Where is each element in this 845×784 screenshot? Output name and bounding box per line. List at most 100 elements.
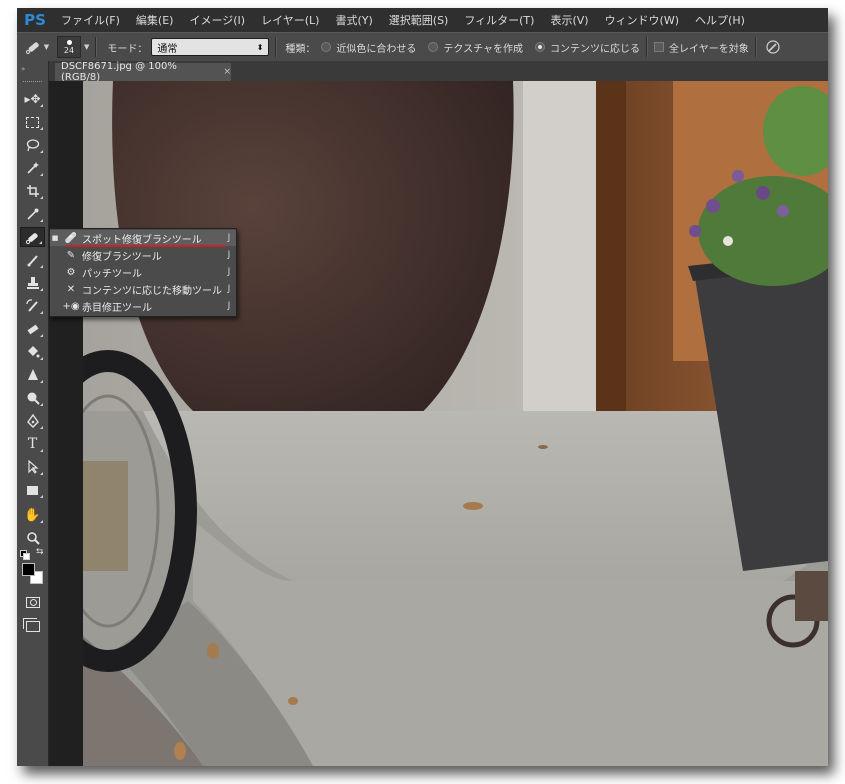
spot-healing-tool[interactable] — [20, 227, 45, 247]
path-selection-icon — [27, 460, 39, 474]
document-canvas[interactable] — [83, 81, 828, 766]
patch-icon: ⚙ — [66, 266, 76, 278]
panel-collapse-icon[interactable]: » — [21, 65, 25, 73]
flyout-item-healing-brush[interactable]: ✎ 修復ブラシツール J — [50, 247, 236, 263]
submenu-corner-icon — [40, 449, 43, 452]
submenu-corner-icon — [40, 495, 43, 498]
menu-edit[interactable]: 編集(E) — [128, 12, 182, 28]
submenu-corner-icon — [40, 403, 43, 406]
flyout-item-patch[interactable]: ⚙ パッチツール J — [50, 264, 236, 280]
divider — [95, 37, 98, 57]
quick-mask-button[interactable] — [20, 592, 45, 612]
flyout-item-label: 赤目修正ツール — [82, 302, 152, 314]
move-tool[interactable]: ▸✥ — [20, 89, 45, 109]
hand-tool[interactable]: ✋ — [20, 505, 45, 525]
menu-image[interactable]: イメージ(I) — [181, 12, 253, 28]
tool-preset-picker[interactable]: ▼ — [23, 37, 51, 57]
blur-tool[interactable] — [20, 365, 45, 385]
type-label: 種類： — [285, 43, 316, 55]
submenu-corner-icon — [40, 104, 43, 107]
history-brush-tool[interactable] — [20, 296, 45, 316]
submenu-corner-icon — [40, 150, 43, 153]
brush-tool[interactable] — [20, 250, 45, 270]
foreground-color-swatch[interactable] — [22, 563, 35, 576]
quick-mask-icon — [25, 596, 40, 608]
clone-stamp-tool[interactable] — [20, 273, 45, 293]
brush-icon — [27, 255, 38, 267]
menu-view[interactable]: 表示(V) — [542, 12, 596, 28]
red-eye-icon: +◉ — [62, 300, 80, 312]
checkbox[interactable] — [654, 42, 664, 52]
pressure-pen-icon — [766, 40, 780, 54]
divider — [275, 37, 278, 57]
crop-icon — [26, 185, 39, 197]
type-tool[interactable]: T — [20, 434, 45, 454]
screen-mode-button[interactable] — [20, 616, 45, 636]
lasso-tool[interactable] — [20, 135, 45, 155]
marquee-tool[interactable] — [20, 112, 45, 132]
spot-healing-brush-icon: 🩹 — [64, 232, 78, 244]
default-colors-icon[interactable] — [20, 550, 30, 560]
divider — [754, 37, 757, 57]
submenu-corner-icon — [40, 472, 43, 475]
radio-button-selected[interactable] — [535, 42, 545, 52]
menu-layer[interactable]: レイヤー(L) — [253, 12, 327, 28]
menu-file[interactable]: ファイル(F) — [53, 12, 128, 28]
submenu-corner-icon — [39, 241, 42, 244]
radio-create-texture[interactable]: テクスチャを作成 — [428, 40, 523, 55]
submenu-corner-icon — [40, 173, 43, 176]
crop-tool[interactable] — [20, 181, 45, 201]
menu-bar: PS ファイル(F) 編集(E) イメージ(I) レイヤー(L) 書式(Y) 選… — [17, 8, 828, 32]
document-tab[interactable]: DSCF8671.jpg @ 100% (RGB/8) × — [55, 61, 231, 83]
document-tab-title: DSCF8671.jpg @ 100% (RGB/8) — [61, 61, 177, 83]
menu-type[interactable]: 書式(Y) — [327, 12, 380, 28]
tools-panel: » ▸✥ T ✋ ⇆ — [17, 61, 49, 766]
chevron-down-icon: ▼ — [84, 43, 90, 51]
options-bar: ▼ 24 ▼ モード： 通常 ⬍ 種類： 近似色に合わせる テクスチャを作成 コ… — [17, 32, 828, 62]
sample-all-layers-checkbox[interactable]: 全レイヤーを対象 — [654, 40, 749, 55]
flyout-item-red-eye[interactable]: +◉ 赤目修正ツール J — [50, 298, 236, 314]
submenu-corner-icon — [40, 288, 43, 291]
menu-window[interactable]: ウィンドウ(W) — [597, 12, 687, 28]
quick-selection-tool[interactable] — [20, 158, 45, 178]
zoom-tool[interactable] — [20, 528, 45, 548]
rectangle-tool[interactable] — [20, 480, 45, 500]
dodge-tool[interactable] — [20, 388, 45, 408]
submenu-corner-icon — [40, 334, 43, 337]
submenu-corner-icon — [40, 196, 43, 199]
pressure-button[interactable] — [765, 39, 781, 55]
screen-mode-icon — [25, 620, 40, 632]
mode-label: モード： — [107, 43, 148, 55]
swap-colors-icon[interactable]: ⇆ — [36, 547, 44, 557]
blur-icon — [27, 369, 38, 380]
submenu-corner-icon — [40, 219, 43, 222]
eyedropper-tool[interactable] — [20, 204, 45, 224]
spot-healing-brush-icon — [25, 232, 38, 244]
selected-bullet-icon: ■ — [51, 234, 59, 242]
flyout-item-spot-healing[interactable]: ■ 🩹 スポット修復ブラシツール J — [50, 230, 236, 246]
radio-button[interactable] — [321, 42, 332, 52]
menu-help[interactable]: ヘルプ(H) — [687, 12, 753, 28]
clone-stamp-icon — [26, 277, 39, 289]
radio-content-aware[interactable]: コンテンツに応じる — [535, 40, 640, 55]
flyout-item-content-aware-move[interactable]: ✕ コンテンツに応じた移動ツール J — [50, 281, 236, 297]
submenu-corner-icon — [40, 426, 43, 429]
radio-button[interactable] — [428, 42, 439, 52]
panel-grip[interactable] — [23, 81, 42, 84]
mode-select[interactable]: 通常 ⬍ — [151, 38, 270, 56]
spot-healing-brush-icon — [25, 42, 39, 54]
path-selection-tool[interactable] — [20, 457, 45, 477]
radio-proximity-label: 近似色に合わせる — [336, 43, 417, 55]
close-icon[interactable]: × — [223, 67, 231, 77]
lasso-icon — [26, 139, 39, 152]
radio-proximity-match[interactable]: 近似色に合わせる — [321, 40, 416, 55]
menu-filter[interactable]: フィルター(T) — [456, 12, 542, 28]
pen-icon — [26, 414, 39, 428]
chevron-down-icon: ▼ — [43, 43, 50, 51]
pen-tool[interactable] — [20, 411, 45, 431]
paint-bucket-tool[interactable] — [20, 342, 45, 362]
brush-size-preview[interactable]: 24 — [57, 36, 81, 58]
brush-picker[interactable]: 24 ▼ — [57, 36, 89, 58]
eraser-tool[interactable] — [20, 319, 45, 339]
menu-select[interactable]: 選択範囲(S) — [381, 12, 457, 28]
